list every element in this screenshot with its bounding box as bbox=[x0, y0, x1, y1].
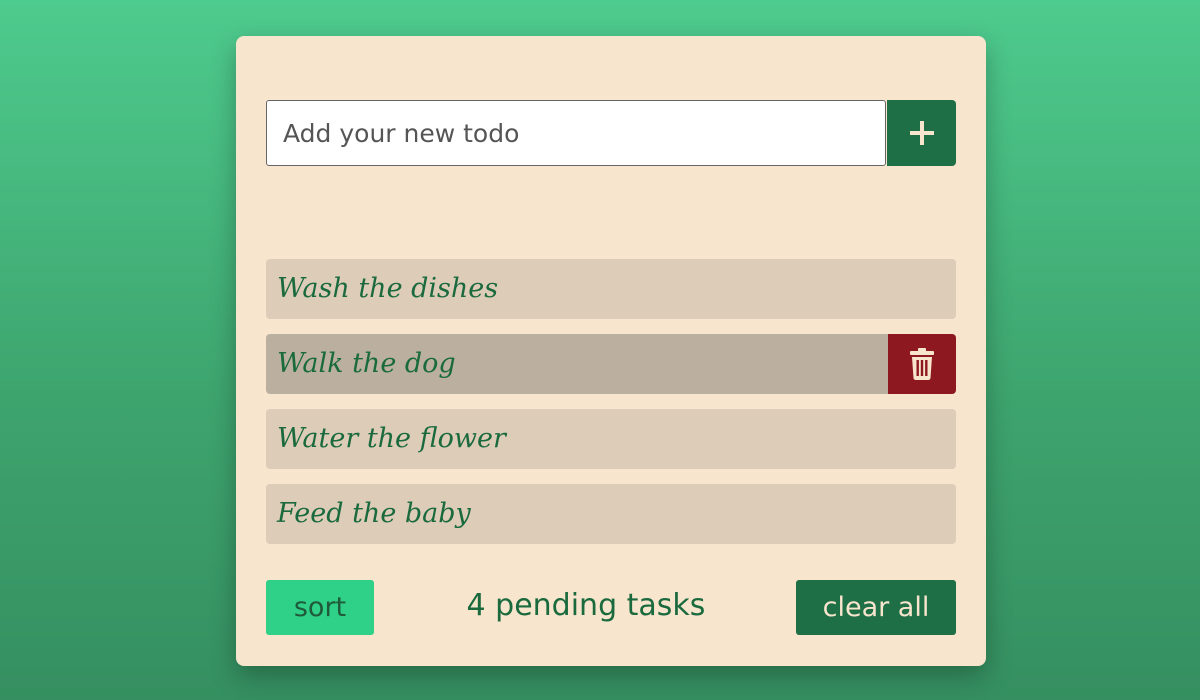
todo-item[interactable]: Wash the dishes bbox=[266, 259, 956, 319]
clear-all-button[interactable]: clear all bbox=[796, 580, 956, 635]
new-todo-input[interactable] bbox=[266, 100, 886, 166]
todo-list: Wash the dishes Walk the dog Water the f… bbox=[266, 259, 956, 559]
todo-item-text: Water the flower bbox=[277, 423, 506, 454]
delete-todo-button[interactable] bbox=[888, 334, 956, 394]
sort-button[interactable]: sort bbox=[266, 580, 374, 635]
todo-footer: sort 4 pending tasks clear all bbox=[266, 580, 956, 635]
todo-item[interactable]: Water the flower bbox=[266, 409, 956, 469]
todo-item[interactable]: Walk the dog bbox=[266, 334, 956, 394]
todo-card: Wash the dishes Walk the dog Water the f… bbox=[236, 36, 986, 666]
add-todo-row bbox=[266, 100, 956, 166]
todo-item-text: Feed the baby bbox=[277, 498, 471, 529]
todo-item-text: Walk the dog bbox=[277, 348, 456, 379]
add-todo-button[interactable] bbox=[887, 100, 956, 166]
trash-icon bbox=[910, 348, 934, 380]
pending-tasks-count: 4 pending tasks bbox=[466, 588, 706, 623]
todo-item-text: Wash the dishes bbox=[277, 273, 499, 304]
todo-item[interactable]: Feed the baby bbox=[266, 484, 956, 544]
plus-icon bbox=[909, 121, 934, 145]
